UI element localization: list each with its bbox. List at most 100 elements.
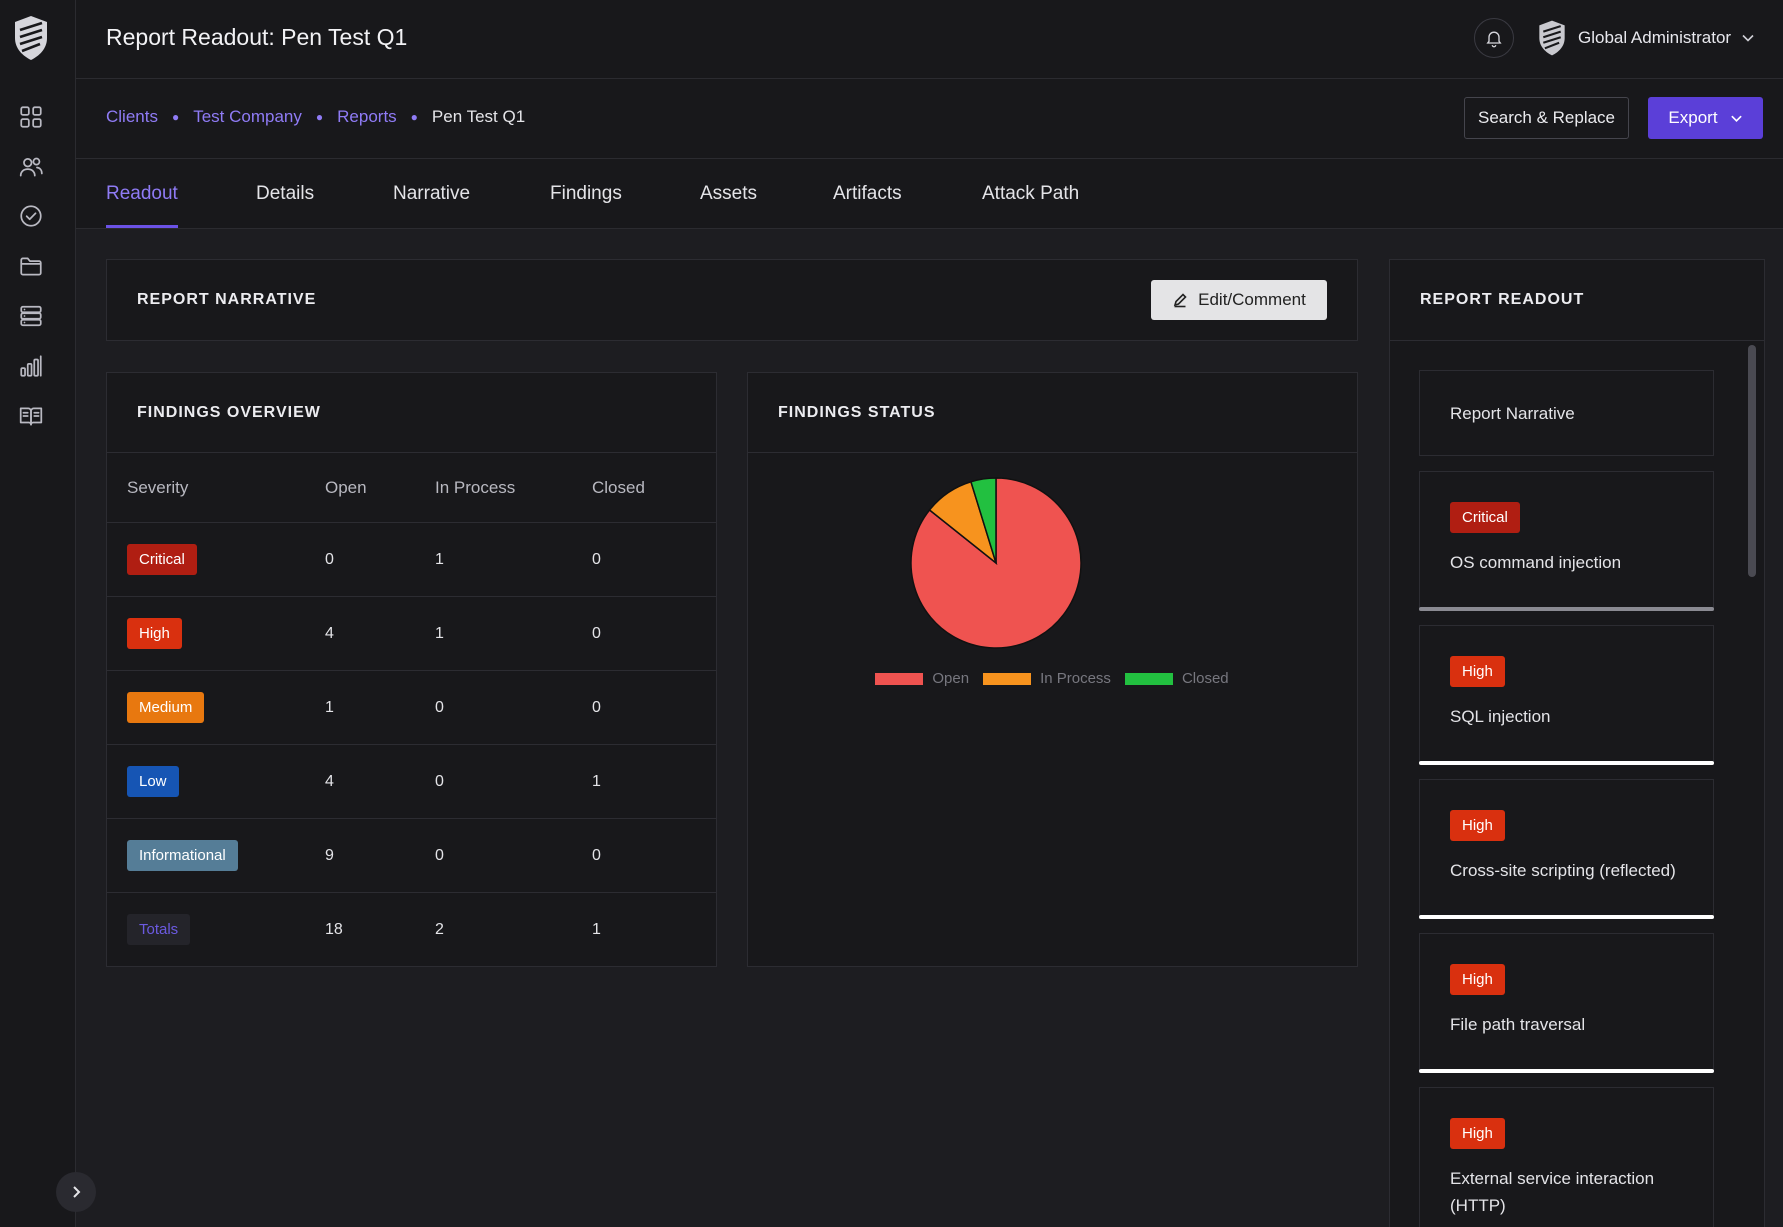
column-header-in-process: In Process <box>435 452 592 523</box>
in-process-count: 0 <box>435 670 592 745</box>
readout-item[interactable]: High File path traversal <box>1419 933 1714 1073</box>
in-process-count: 1 <box>435 522 592 597</box>
user-menu[interactable]: Global Administrator <box>1536 18 1755 58</box>
tab-readout[interactable]: Readout <box>106 183 178 228</box>
edit-comment-button[interactable]: Edit/Comment <box>1151 280 1327 320</box>
page-title: Report Readout: Pen Test Q1 <box>106 24 408 50</box>
open-count: 1 <box>325 670 435 745</box>
readout-item[interactable]: High SQL injection <box>1419 625 1714 765</box>
in-process-count: 0 <box>435 744 592 819</box>
tab-details[interactable]: Details <box>256 183 314 205</box>
breadcrumb-clients[interactable]: Clients <box>106 107 158 127</box>
expand-sidebar-button[interactable] <box>56 1172 96 1212</box>
table-header-row: Severity Open In Process Closed <box>107 452 716 523</box>
database-icon[interactable] <box>17 302 45 330</box>
readout-item-label: Report Narrative <box>1450 404 1575 423</box>
findings-status-chart: Open In Process Closed <box>747 452 1357 967</box>
legend-item-open[interactable]: Open <box>875 670 969 687</box>
closed-count: 0 <box>592 670 716 745</box>
report-narrative-heading: REPORT NARRATIVE <box>137 291 317 308</box>
finding-title: External service interaction (HTTP) <box>1450 1169 1655 1215</box>
readout-item[interactable]: High External service interaction (HTTP) <box>1419 1087 1714 1227</box>
findings-status-heading: FINDINGS STATUS <box>778 404 936 421</box>
breadcrumb-test-company[interactable]: Test Company <box>193 107 302 127</box>
readout-list[interactable]: Report Narrative Critical OS command inj… <box>1389 340 1765 1227</box>
breadcrumb-separator: ● <box>315 110 324 124</box>
severity-badge-critical: Critical <box>1450 502 1520 533</box>
legend-label: Closed <box>1181 670 1229 687</box>
open-count: 9 <box>325 818 435 893</box>
legend-label: In Process <box>1040 670 1111 687</box>
severity-badge-informational: Informational <box>127 840 238 871</box>
legend-item-closed[interactable]: Closed <box>1124 670 1229 687</box>
breadcrumb-separator: ● <box>171 110 180 124</box>
scrollbar-thumb[interactable] <box>1748 345 1756 577</box>
in-process-count: 0 <box>435 818 592 893</box>
finding-title: File path traversal <box>1450 1015 1586 1034</box>
export-button[interactable]: Export <box>1648 97 1763 139</box>
side-nav <box>0 0 96 1227</box>
open-total: 18 <box>325 920 343 938</box>
report-readout-heading: REPORT READOUT <box>1420 291 1585 308</box>
severity-badge-low: Low <box>127 766 179 797</box>
legend-item-in-process[interactable]: In Process <box>983 670 1111 687</box>
shield-logo-icon[interactable] <box>12 14 50 62</box>
table-row: Critical 0 1 0 <box>107 522 716 597</box>
readout-item[interactable]: Critical OS command injection <box>1419 471 1714 611</box>
table-row: Low 4 0 1 <box>107 744 716 819</box>
findings-overview-table: Severity Open In Process Closed Critical… <box>107 452 716 967</box>
tab-findings[interactable]: Findings <box>550 183 622 205</box>
totals-badge: Totals <box>127 914 191 946</box>
breadcrumb: Clients ● Test Company ● Reports ● Pen T… <box>106 107 525 127</box>
chevron-down-icon <box>1742 34 1754 42</box>
notifications-button[interactable] <box>1474 18 1514 58</box>
check-circle-icon[interactable] <box>17 202 45 230</box>
progress-bar <box>1419 607 1714 611</box>
table-row: Medium 1 0 0 <box>107 670 716 745</box>
export-label: Export <box>1668 108 1718 127</box>
breadcrumb-bar: Clients ● Test Company ● Reports ● Pen T… <box>76 79 1783 159</box>
pencil-icon <box>1173 293 1187 308</box>
closed-count: 1 <box>592 744 716 819</box>
breadcrumb-separator: ● <box>410 110 418 124</box>
breadcrumb-reports[interactable]: Reports <box>337 107 397 127</box>
severity-badge-high: High <box>1450 656 1505 687</box>
column-header-closed: Closed <box>592 452 716 523</box>
totals-row: Totals 18 2 1 <box>107 893 716 967</box>
legend-label: Open <box>932 670 970 687</box>
open-count: 0 <box>325 522 435 597</box>
chevron-down-icon <box>1730 115 1742 122</box>
pie-chart <box>910 477 1082 649</box>
tab-narrative[interactable]: Narrative <box>393 183 470 205</box>
edit-comment-label: Edit/Comment <box>1198 290 1306 309</box>
table-row: High 4 1 0 <box>107 596 716 671</box>
in-process-count: 1 <box>435 596 592 671</box>
severity-badge-high: High <box>127 618 182 649</box>
bell-icon <box>1486 31 1502 48</box>
dashboard-icon[interactable] <box>17 103 45 131</box>
chart-legend: Open In Process Closed <box>747 670 1357 687</box>
table-row: Informational 9 0 0 <box>107 818 716 893</box>
tab-artifacts[interactable]: Artifacts <box>833 183 902 205</box>
folder-icon[interactable] <box>17 252 45 280</box>
tab-assets[interactable]: Assets <box>700 183 757 205</box>
tab-attack-path[interactable]: Attack Path <box>982 183 1079 205</box>
search-replace-button[interactable]: Search & Replace <box>1464 97 1629 139</box>
users-icon[interactable] <box>17 153 45 181</box>
progress-bar <box>1419 915 1714 919</box>
open-count: 4 <box>325 744 435 819</box>
progress-bar <box>1419 1069 1714 1073</box>
readout-item[interactable]: High Cross-site scripting (reflected) <box>1419 779 1714 919</box>
readout-item-narrative[interactable]: Report Narrative <box>1419 370 1714 456</box>
bar-chart-icon[interactable] <box>17 352 45 380</box>
report-tabs: Readout Details Narrative Findings Asset… <box>76 159 1783 229</box>
closed-count: 0 <box>592 596 716 671</box>
finding-title: SQL injection <box>1450 707 1551 726</box>
closed-count: 0 <box>592 818 716 893</box>
in-process-total: 2 <box>435 920 444 938</box>
book-icon[interactable] <box>17 402 45 430</box>
findings-overview-heading: FINDINGS OVERVIEW <box>137 404 321 421</box>
user-name: Global Administrator <box>1578 28 1732 47</box>
severity-badge-high: High <box>1450 810 1505 841</box>
closed-total: 1 <box>592 920 601 938</box>
